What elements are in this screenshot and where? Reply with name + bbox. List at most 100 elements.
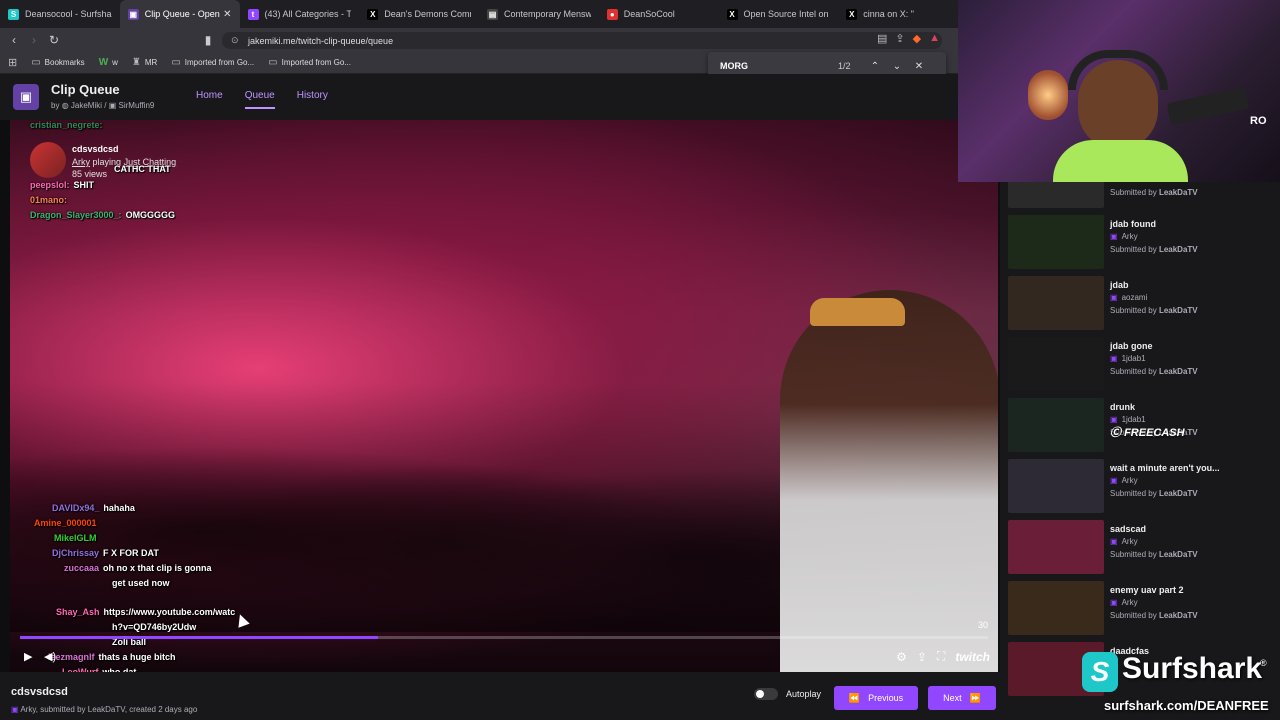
volume-icon[interactable]: ◀) <box>44 650 56 663</box>
submitter-name: LeakDaTV <box>1158 245 1198 254</box>
clip-creator[interactable]: Arky <box>72 157 90 167</box>
reload-icon[interactable]: ↻ <box>44 33 64 47</box>
submitted-prefix: Submitted by <box>1110 188 1157 197</box>
queue-item-title: jdab found <box>1110 219 1156 229</box>
chat-username[interactable]: Dragon_Slayer3000_: <box>30 210 122 220</box>
queue-item[interactable]: sadscad ▣ Arky Submitted by LeakDaTV <box>1008 520 1278 578</box>
queue-item[interactable]: enemy uav part 2 ▣ Arky Submitted by LeakDa… <box>1008 581 1278 639</box>
site-info-icon[interactable]: ⊙ <box>231 35 239 46</box>
clip-thumbnail[interactable] <box>1008 337 1104 391</box>
surfshark-name: Surfshark <box>1122 652 1263 685</box>
lamp-shape <box>1028 70 1068 120</box>
url-field[interactable]: ⊙ jakemiki.me/twitch-clip-queue/queue <box>222 32 942 49</box>
progress-bar[interactable] <box>20 636 988 639</box>
bookmark-page-icon[interactable]: ▮ <box>198 33 218 47</box>
twitch-logo-icon[interactable]: twitch <box>955 650 990 664</box>
autoplay-toggle[interactable]: Autoplay <box>754 688 821 700</box>
chat-username[interactable]: MikelGLM <box>54 533 97 543</box>
clip-thumbnail[interactable] <box>1008 398 1104 452</box>
submitted-prefix: Submitted by <box>1110 489 1157 498</box>
browser-tab[interactable]: S Deansocool - Surfshark <box>0 0 120 28</box>
bookmark-mr[interactable]: ♜ MR <box>132 57 157 68</box>
bookmark-label: MR <box>144 58 158 67</box>
sidebar-toggle-icon[interactable]: ▤ <box>877 32 887 45</box>
clip-thumbnail[interactable] <box>1008 215 1104 269</box>
previous-button[interactable]: ⏪ Previous <box>834 686 918 710</box>
clip-thumbnail[interactable] <box>1008 276 1104 330</box>
chat-username[interactable]: DjChrissay <box>52 548 99 558</box>
forward-icon[interactable]: › <box>24 33 44 47</box>
browser-tab[interactable]: ● DeanSoCool <box>599 0 719 28</box>
browser-tab[interactable]: t (43) All Categories - Twitch <box>240 0 360 28</box>
queue-item-submitter: Submitted by LeakDaTV <box>1110 188 1198 197</box>
clip-thumbnail[interactable] <box>1008 520 1104 574</box>
chat-username[interactable]: zuccaaa <box>64 563 99 573</box>
find-next-icon[interactable]: ⌄ <box>886 61 908 72</box>
settings-icon[interactable]: ⚙ <box>896 650 907 664</box>
registered-icon: ® <box>1260 658 1267 668</box>
chat-username[interactable]: Shay_Ash <box>56 607 100 617</box>
fullscreen-icon[interactable]: ⛶ <box>937 649 945 664</box>
browser-tab[interactable]: X Dean's Demons Commun <box>359 0 479 28</box>
queue-item[interactable]: wait a minute aren't you... ▣ Arky Submitte… <box>1008 459 1278 517</box>
bookmark-w[interactable]: Ww <box>99 57 118 68</box>
video-player[interactable]: cdsvsdcsd Arky playing Just Chatting 85 … <box>10 120 998 672</box>
freecash-logo-icon: Ⓒ <box>1110 427 1125 439</box>
queue-item[interactable]: jdab ▣ aozami Submitted by LeakDaTV <box>1008 276 1278 334</box>
chat-username[interactable]: 01mano: <box>30 195 67 205</box>
browser-tab[interactable]: ▣ Clip Queue - Open ✕ <box>119 0 240 28</box>
queue-item[interactable]: jdab gone ▣ 1jdab1 Submitted by LeakDaTV <box>1008 337 1278 395</box>
share-icon[interactable]: ⇪ <box>895 32 904 45</box>
share-icon[interactable]: ⇪ <box>917 650 927 664</box>
bookmark-label: Bookmarks <box>44 58 85 67</box>
chat-username[interactable]: peepslol: <box>30 180 70 190</box>
browser-tab[interactable]: ▤ Contemporary Menswear <box>479 0 599 28</box>
chat-username[interactable]: Amine_000001 <box>34 518 97 528</box>
queue-item-author: ▣ Arky <box>1110 476 1138 485</box>
rewards-icon[interactable]: ▲ <box>929 32 940 45</box>
folder-icon: ▭ <box>31 57 41 68</box>
nav-queue[interactable]: Queue <box>244 90 275 109</box>
chat-username[interactable]: DAVIDx94_ <box>52 503 99 513</box>
author-link[interactable]: JakeMiki <box>71 101 102 110</box>
nav-home[interactable]: Home <box>196 90 223 109</box>
twitch-small-icon: ▣ <box>11 705 21 714</box>
tab-title: Clip Queue - Open <box>144 9 220 19</box>
close-tab-icon[interactable]: ✕ <box>223 9 231 20</box>
apps-grid-icon[interactable]: ⊞ <box>8 56 17 69</box>
clip-thumbnail[interactable] <box>1008 459 1104 513</box>
queue-item-title: jdab gone <box>1110 341 1153 351</box>
url-text: jakemiki.me/twitch-clip-queue/queue <box>248 35 394 46</box>
tab-favicon-icon: X <box>367 8 379 20</box>
find-prev-icon[interactable]: ⌃ <box>864 61 886 72</box>
nav-history[interactable]: History <box>297 90 328 109</box>
clip-time: 30 <box>977 620 988 630</box>
find-input[interactable]: MORG <box>720 61 830 71</box>
toggle-switch[interactable] <box>754 688 778 700</box>
browser-tab[interactable]: Xcinna on X: " <box>838 0 958 28</box>
find-close-icon[interactable]: ✕ <box>908 61 930 72</box>
brave-shield-icon[interactable]: ◆ <box>913 32 921 45</box>
bookmark-imported-1[interactable]: ▭ Imported from Go... <box>171 57 254 68</box>
next-button[interactable]: Next ⏩ <box>928 686 996 710</box>
chat-message: CATHC THAT <box>114 164 171 174</box>
tab-title: Dean's Demons Commun <box>384 9 471 19</box>
queue-item-submitter: Submitted by LeakDaTV <box>1110 245 1198 254</box>
video-scene-cap <box>810 298 905 326</box>
play-icon[interactable]: ▶ <box>24 650 32 663</box>
back-icon[interactable]: ‹ <box>4 33 24 47</box>
tab-favicon-icon: X <box>846 8 858 20</box>
browser-tab[interactable]: X Open Source Intel on X: " <box>719 0 839 28</box>
chat-username[interactable]: cristian_negrete: <box>30 120 103 130</box>
chat-line: h?v=QD746by2Udw <box>108 622 196 632</box>
clip-thumbnail[interactable] <box>1008 581 1104 635</box>
progress-fill <box>20 636 379 639</box>
bookmark-imported-2[interactable]: ▭ Imported from Go... <box>268 57 351 68</box>
bookmark-bookmarks[interactable]: ▭ Bookmarks <box>31 57 84 68</box>
tab-favicon-icon: ▤ <box>487 8 498 20</box>
queue-item[interactable]: jdab found ▣ Arky Submitted by LeakDaTV <box>1008 215 1278 273</box>
author-link[interactable]: SirMuffin9 <box>119 101 155 110</box>
mr-icon: ♜ <box>131 57 141 68</box>
github-icon: ◍ <box>61 101 69 110</box>
twitch-small-icon: ▣ <box>1110 354 1118 363</box>
